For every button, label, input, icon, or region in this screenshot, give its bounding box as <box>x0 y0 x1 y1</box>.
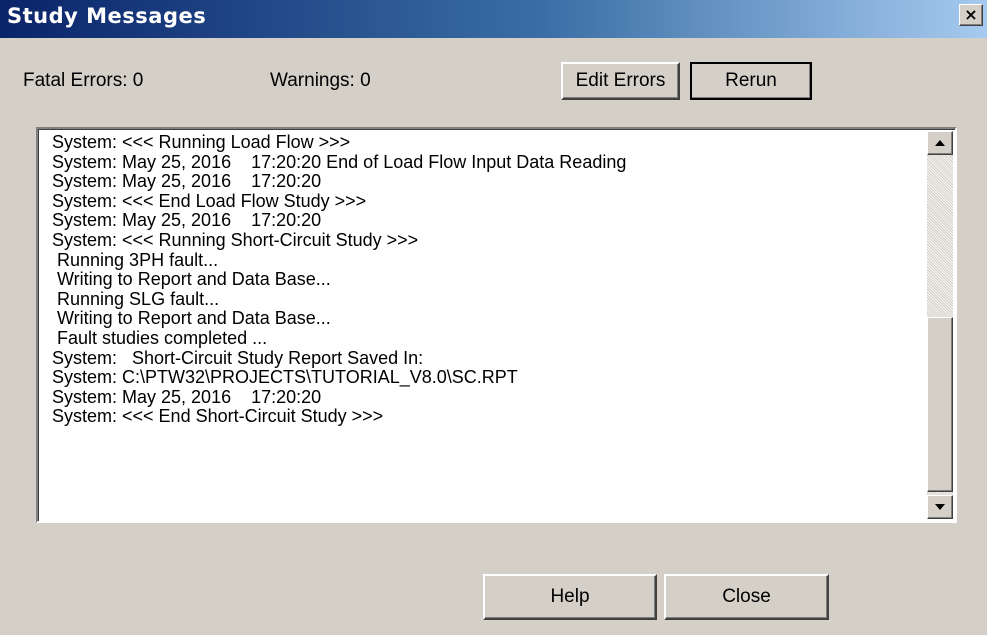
close-window-button[interactable]: × <box>959 4 983 26</box>
scrollbar-thumb[interactable] <box>927 317 953 492</box>
log-line: System: <<< End Short-Circuit Study >>> <box>52 406 384 427</box>
log-line: System: <<< Running Short-Circuit Study … <box>52 229 419 250</box>
study-messages-dialog: Study Messages × Fatal Errors: 0 Warning… <box>0 0 987 635</box>
close-button[interactable]: Close <box>664 574 829 620</box>
scroll-down-button[interactable] <box>927 495 953 519</box>
log-line: System: May 25, 2016 17:20:20 End of Loa… <box>52 151 627 172</box>
log-line: Fault studies completed ... <box>52 327 268 348</box>
window-title: Study Messages <box>7 4 207 28</box>
log-line: Running 3PH fault... <box>52 249 219 270</box>
help-button[interactable]: Help <box>483 574 657 620</box>
warnings-count: Warnings: 0 <box>270 70 371 91</box>
log-line: Running SLG fault... <box>52 288 220 309</box>
scroll-up-arrow-icon <box>935 140 945 146</box>
log-line: System: Short-Circuit Study Report Saved… <box>52 347 424 368</box>
vertical-scrollbar[interactable] <box>927 131 953 519</box>
messages-log[interactable]: System: <<< Running Load Flow >>> System:… <box>36 127 957 523</box>
log-line: System: C:\PTW32\PROJECTS\TUTORIAL_V8.0\… <box>52 367 518 388</box>
edit-errors-button[interactable]: Edit Errors <box>561 62 680 100</box>
log-line: System: May 25, 2016 17:20:20 <box>52 210 322 231</box>
log-line: Writing to Report and Data Base... <box>52 308 331 329</box>
scroll-down-arrow-icon <box>935 504 945 510</box>
rerun-button[interactable]: Rerun <box>690 62 812 100</box>
scroll-up-button[interactable] <box>927 131 953 155</box>
title-bar[interactable]: Study Messages × <box>0 0 987 38</box>
log-line: System: May 25, 2016 17:20:20 <box>52 171 322 192</box>
close-x-icon: × <box>964 5 978 24</box>
log-lines: System: <<< Running Load Flow >>> System:… <box>52 132 922 427</box>
log-line: System: May 25, 2016 17:20:20 <box>52 386 322 407</box>
log-line: Writing to Report and Data Base... <box>52 269 331 290</box>
log-line: System: <<< End Load Flow Study >>> <box>52 190 367 211</box>
log-line: System: <<< Running Load Flow >>> <box>52 132 351 152</box>
fatal-errors-count: Fatal Errors: 0 <box>23 70 144 91</box>
